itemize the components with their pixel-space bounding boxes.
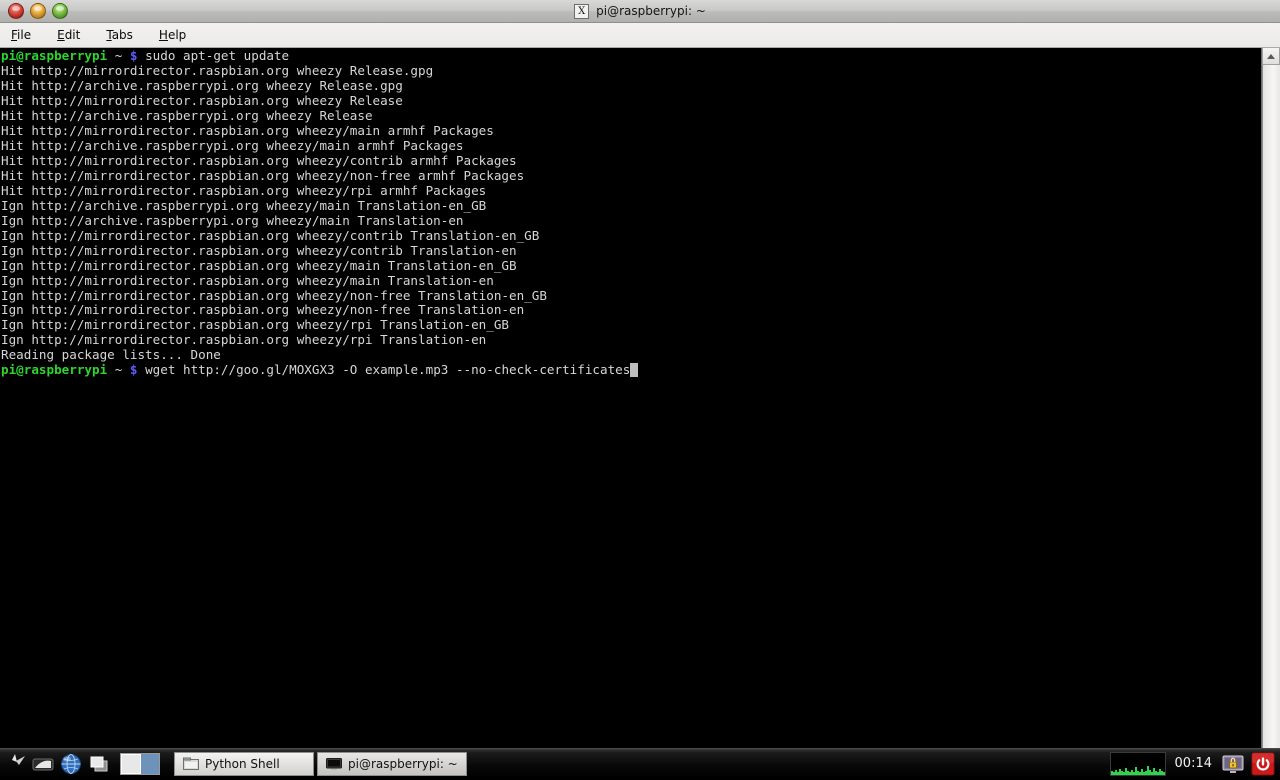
menu-tabs-rest: abs — [112, 28, 133, 42]
menu-launcher-icon[interactable] — [2, 751, 28, 777]
minimize-button[interactable] — [30, 3, 46, 19]
terminal-output-line: Ign http://mirrordirector.raspbian.org w… — [1, 318, 1261, 333]
terminal-command-first: sudo apt-get update — [138, 48, 290, 63]
desktop-pager[interactable] — [120, 753, 160, 775]
lock-screen-icon[interactable] — [1221, 752, 1245, 776]
title-bar-center: X pi@raspberrypi: ~ — [0, 0, 1280, 22]
terminal-output-line: Ign http://archive.raspberrypi.org wheez… — [1, 214, 1261, 229]
terminal-output-line: Ign http://mirrordirector.raspbian.org w… — [1, 289, 1261, 304]
prompt-user-host: pi@raspberrypi — [1, 362, 107, 377]
task-button-python-shell[interactable]: Python Shell — [174, 752, 314, 776]
terminal-output-line: Hit http://mirrordirector.raspbian.org w… — [1, 94, 1261, 109]
prompt-symbol: $ — [130, 362, 138, 377]
menu-help-rest: elp — [168, 28, 186, 42]
file-manager-icon[interactable] — [30, 751, 56, 777]
terminal-cursor — [630, 363, 638, 377]
system-tray: 00:14 — [1110, 752, 1280, 776]
taskbar: Python Shell pi@raspberrypi: ~ — [0, 748, 1280, 778]
terminal-output-line: Hit http://archive.raspberrypi.org wheez… — [1, 139, 1261, 154]
terminal-output-line: Hit http://mirrordirector.raspbian.org w… — [1, 184, 1261, 199]
terminal-output-line: Hit http://mirrordirector.raspbian.org w… — [1, 154, 1261, 169]
prompt-path: ~ — [107, 362, 130, 377]
terminal-output-line: Ign http://archive.raspberrypi.org wheez… — [1, 199, 1261, 214]
terminal-prompt-line: pi@raspberrypi ~ $ sudo apt-get update — [1, 49, 1261, 64]
terminal-command-current: wget http://goo.gl/MOXGX3 -O example.mp3… — [138, 362, 631, 377]
window-controls — [0, 3, 68, 19]
title-bar[interactable]: X pi@raspberrypi: ~ — [0, 0, 1280, 23]
terminal-output-line: Ign http://mirrordirector.raspbian.org w… — [1, 229, 1261, 244]
clock[interactable]: 00:14 — [1172, 756, 1215, 771]
pager-desktop-1[interactable] — [121, 754, 141, 774]
launcher-bar — [0, 751, 164, 777]
menu-bar: File Edit Tabs Help — [0, 23, 1280, 48]
terminal-output-line: Hit http://mirrordirector.raspbian.org w… — [1, 64, 1261, 79]
scroll-up-button[interactable] — [1262, 48, 1280, 65]
window-title: pi@raspberrypi: ~ — [596, 4, 706, 18]
pager-desktop-2[interactable] — [141, 754, 159, 774]
terminal-output-line: Hit http://mirrordirector.raspbian.org w… — [1, 169, 1261, 184]
python-shell-icon — [183, 757, 199, 771]
close-button[interactable] — [8, 3, 24, 19]
terminal-output-line: Ign http://mirrordirector.raspbian.org w… — [1, 274, 1261, 289]
menu-file[interactable]: File — [9, 26, 42, 44]
terminal-output-line: Ign http://mirrordirector.raspbian.org w… — [1, 244, 1261, 259]
menu-edit[interactable]: Edit — [55, 26, 91, 44]
terminal-output-line: Reading package lists... Done — [1, 348, 1261, 363]
terminal-output-line: Hit http://mirrordirector.raspbian.org w… — [1, 124, 1261, 139]
menu-help-mnemonic: H — [159, 28, 168, 42]
shutdown-icon[interactable] — [1251, 752, 1275, 776]
terminal-output-line: Ign http://mirrordirector.raspbian.org w… — [1, 303, 1261, 318]
terminal-window: X pi@raspberrypi: ~ File Edit Tabs Help … — [0, 0, 1280, 748]
task-button-terminal[interactable]: pi@raspberrypi: ~ — [317, 752, 467, 776]
menu-tabs[interactable]: Tabs — [104, 26, 144, 44]
menu-file-rest: ile — [17, 28, 31, 42]
prompt-symbol: $ — [130, 48, 138, 63]
x-terminal-icon: X — [574, 4, 589, 19]
terminal-output-line: Ign http://mirrordirector.raspbian.org w… — [1, 259, 1261, 274]
terminal-output-line: Ign http://mirrordirector.raspbian.org w… — [1, 333, 1261, 348]
menu-edit-mnemonic: E — [57, 28, 65, 42]
terminal-output-line: Hit http://archive.raspberrypi.org wheez… — [1, 79, 1261, 94]
terminal-output-line: Hit http://archive.raspberrypi.org wheez… — [1, 109, 1261, 124]
task-label-python-shell: Python Shell — [205, 757, 280, 771]
web-browser-icon[interactable] — [58, 751, 84, 777]
scrollbar-trough[interactable] — [1263, 65, 1280, 749]
task-label-terminal: pi@raspberrypi: ~ — [348, 757, 458, 771]
terminal-icon — [326, 757, 342, 771]
prompt-path: ~ — [107, 48, 130, 63]
maximize-button[interactable] — [52, 3, 68, 19]
terminal-scrollbar[interactable] — [1261, 48, 1280, 749]
cpu-usage-graph[interactable] — [1110, 752, 1166, 776]
menu-edit-rest: dit — [65, 28, 81, 42]
prompt-user-host: pi@raspberrypi — [1, 48, 107, 63]
terminal-prompt-line: pi@raspberrypi ~ $ wget http://goo.gl/MO… — [1, 363, 1261, 378]
menu-help[interactable]: Help — [157, 26, 197, 44]
terminal-screen[interactable]: pi@raspberrypi ~ $ sudo apt-get updateHi… — [0, 48, 1261, 749]
terminal-area: pi@raspberrypi ~ $ sudo apt-get updateHi… — [0, 48, 1280, 749]
window-switcher-icon[interactable] — [86, 751, 112, 777]
scroll-up-arrow-icon — [1267, 54, 1275, 59]
task-list: Python Shell pi@raspberrypi: ~ — [174, 752, 1110, 776]
